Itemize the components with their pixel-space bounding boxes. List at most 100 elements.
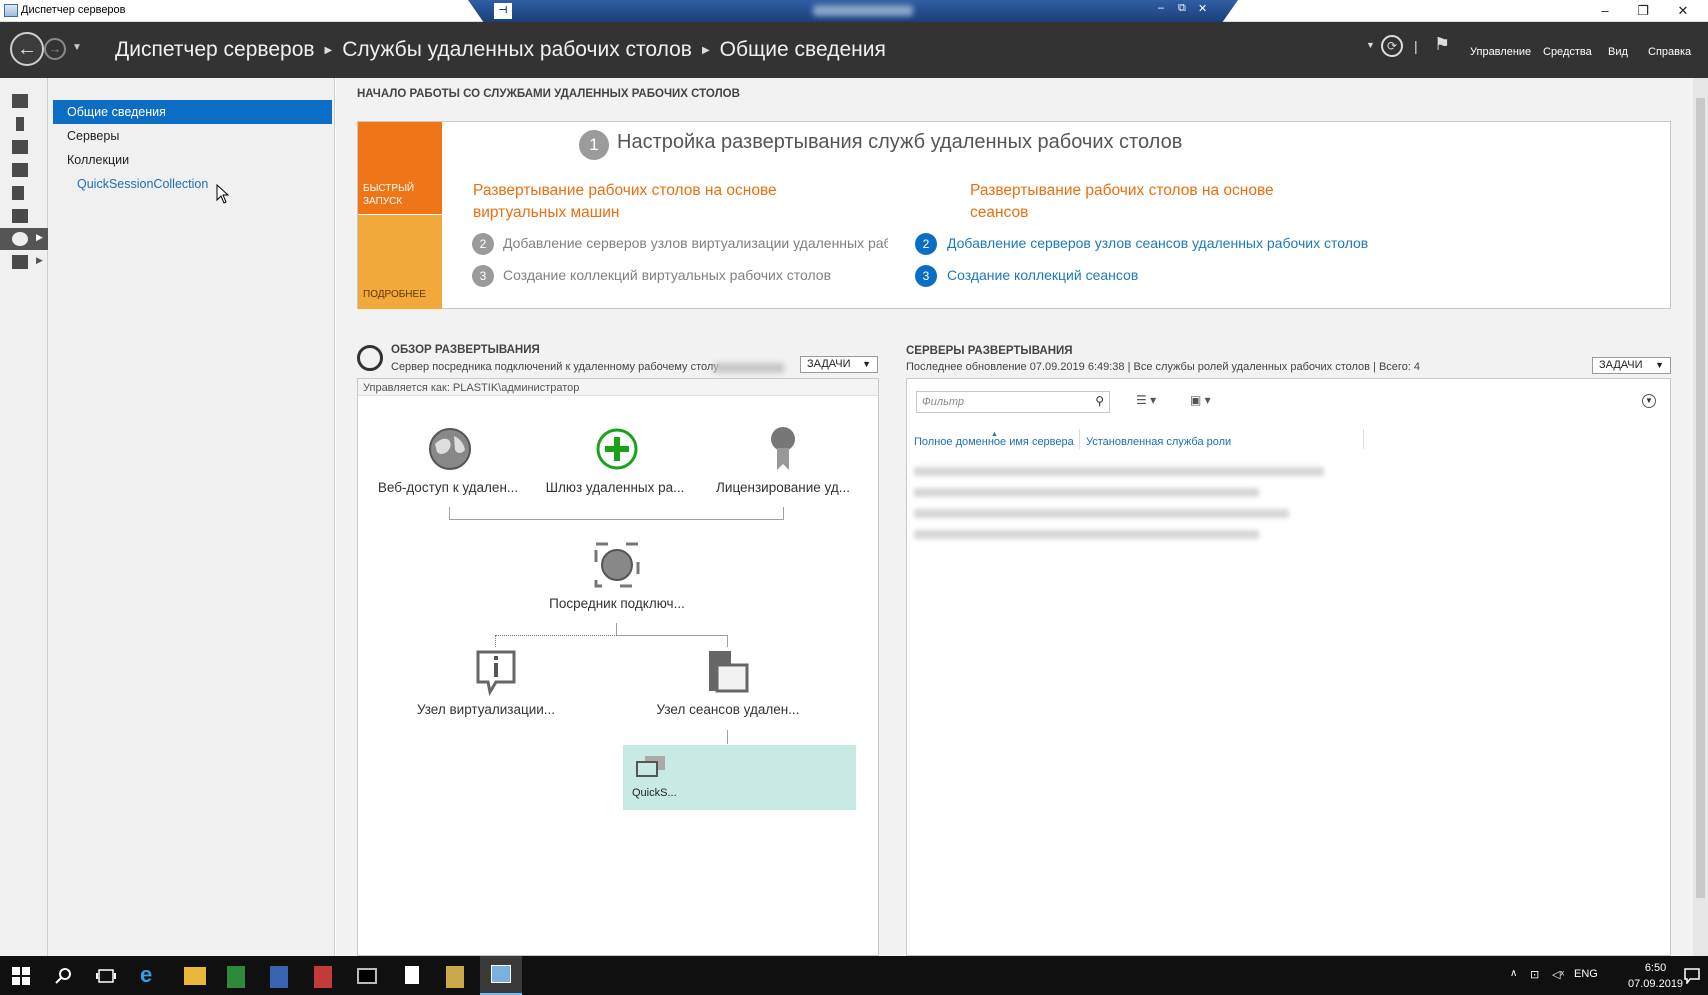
gateway-add-icon[interactable] bbox=[595, 427, 639, 471]
forward-arrow-icon[interactable]: → bbox=[44, 38, 66, 60]
task-view-icon[interactable] bbox=[96, 967, 116, 985]
pin-icon[interactable]: ⊣ bbox=[494, 3, 512, 19]
clock-time: 6:50 bbox=[1644, 962, 1667, 974]
menu-tools[interactable]: Средства bbox=[1543, 46, 1592, 58]
rail-iis[interactable] bbox=[0, 182, 48, 204]
save-query-icon[interactable]: ▣ ▾ bbox=[1190, 393, 1211, 407]
overview-tasks-button[interactable]: ЗАДАЧИ ▼ bbox=[800, 356, 878, 373]
menu-manage[interactable]: Управление bbox=[1470, 46, 1531, 58]
windows-start-icon[interactable] bbox=[12, 967, 30, 985]
rdp-restore-button[interactable]: ⧉ bbox=[1178, 2, 1186, 15]
breadcrumb: Диспетчер серверов ▶ Службы удаленных рабо… bbox=[115, 38, 886, 62]
collapse-chevron-icon[interactable]: ▼ bbox=[1642, 394, 1656, 408]
connector-line bbox=[449, 507, 450, 519]
window-title: Диспетчер серверов bbox=[21, 4, 126, 16]
overview-title: ОБЗОР РАЗВЕРТЫВАНИЯ bbox=[391, 344, 540, 356]
rdp-close-button[interactable]: ✕ bbox=[1198, 2, 1207, 15]
broker-name-redacted bbox=[714, 363, 784, 373]
web-access-node-label[interactable]: Веб-доступ к удален... bbox=[363, 480, 533, 495]
gateway-node-label[interactable]: Шлюз удаленных ра... bbox=[530, 480, 700, 495]
history-dropdown-icon[interactable]: ▼ bbox=[72, 42, 82, 53]
menu-view[interactable]: Вид bbox=[1608, 46, 1628, 58]
nav-item-overview[interactable]: Общие сведения bbox=[53, 100, 332, 124]
session-host-icon[interactable] bbox=[707, 649, 749, 695]
quick-start-tab[interactable]: БЫСТРЫЙ ЗАПУСК bbox=[358, 122, 442, 214]
filter-input[interactable]: Фильтр ⚲ bbox=[916, 391, 1110, 413]
search-icon[interactable]: ⚲ bbox=[1095, 394, 1104, 408]
refresh-icon[interactable]: ⟳ bbox=[1381, 35, 1403, 57]
table-row[interactable] bbox=[914, 488, 1259, 497]
clock[interactable]: 6:50 07.09.2019 bbox=[1628, 960, 1683, 992]
table-row[interactable] bbox=[914, 467, 1324, 476]
rail-dashboard[interactable] bbox=[0, 90, 48, 112]
collection-tile-label: QuickS... bbox=[632, 787, 677, 799]
column-header-role-service[interactable]: Установленная служба роли bbox=[1086, 436, 1231, 448]
close-button[interactable]: ✕ bbox=[1660, 0, 1706, 22]
session-step-3-badge: 3 bbox=[915, 265, 937, 287]
connector-line bbox=[727, 635, 728, 647]
licensing-ribbon-icon[interactable] bbox=[768, 424, 798, 474]
nav-item-collections[interactable]: Коллекции bbox=[53, 148, 332, 172]
menu-help[interactable]: Справка bbox=[1648, 46, 1691, 58]
servers-subtitle: Последнее обновление 07.09.2019 6:49:38 … bbox=[906, 361, 1421, 373]
session-step-3-create-session-collections-link[interactable]: Создание коллекций сеансов bbox=[947, 267, 1247, 283]
notepad-icon[interactable] bbox=[405, 966, 419, 984]
collection-tile[interactable]: QuickS... bbox=[623, 745, 856, 810]
speaker-muted-icon[interactable]: ◁ˣ bbox=[1552, 968, 1564, 981]
rail-all-servers[interactable] bbox=[0, 136, 48, 158]
session-step-2-add-session-hosts-link[interactable]: Добавление серверов узлов сеансов удален… bbox=[947, 235, 1427, 251]
rail-file-storage[interactable]: ▶ bbox=[0, 251, 48, 273]
rdp-host-redacted bbox=[813, 5, 913, 16]
web-access-globe-icon[interactable] bbox=[427, 426, 473, 472]
input-language[interactable]: ENG bbox=[1574, 968, 1598, 980]
file-explorer-icon[interactable] bbox=[184, 967, 206, 985]
session-host-node-label[interactable]: Узел сеансов удален... bbox=[643, 702, 813, 717]
rail-local-server[interactable] bbox=[0, 113, 48, 135]
network-tool-icon[interactable] bbox=[270, 966, 288, 988]
refresh-dropdown-icon[interactable]: ▼ bbox=[1366, 40, 1375, 50]
spreadsheet-icon[interactable] bbox=[227, 966, 245, 988]
connection-broker-icon[interactable] bbox=[594, 542, 640, 588]
rail-ad-cs[interactable] bbox=[0, 159, 48, 181]
collection-windows-icon bbox=[636, 756, 665, 777]
column-header-server-fqdn[interactable]: Полное доменное имя сервера bbox=[914, 436, 1074, 448]
virtualization-host-info-icon[interactable] bbox=[476, 650, 516, 696]
breadcrumb-rds[interactable]: Службы удаленных рабочих столов bbox=[342, 38, 692, 61]
virtualization-host-node-label[interactable]: Узел виртуализации... bbox=[401, 702, 571, 717]
servers-tasks-button[interactable]: ЗАДАЧИ ▼ bbox=[1592, 357, 1671, 374]
nav-item-quicksessioncollection[interactable]: QuickSessionCollection bbox=[53, 172, 332, 196]
nav-item-servers[interactable]: Серверы bbox=[53, 124, 332, 148]
back-arrow-icon[interactable]: ← bbox=[10, 32, 44, 66]
table-row[interactable] bbox=[914, 509, 1289, 518]
group-list-icon[interactable]: ☰ ▾ bbox=[1136, 393, 1156, 407]
server-manager-taskbar-button[interactable] bbox=[480, 956, 522, 995]
breadcrumb-server-manager[interactable]: Диспетчер серверов bbox=[115, 38, 315, 61]
rdp-connection-bar: ⊣ – ⧉ ✕ bbox=[468, 0, 1238, 22]
vertical-scrollbar[interactable] bbox=[1693, 78, 1708, 956]
breadcrumb-overview[interactable]: Общие сведения bbox=[720, 38, 886, 61]
notifications-icon[interactable] bbox=[1684, 968, 1700, 984]
deployment-servers-panel: Фильтр ⚲ ☰ ▾ ▣ ▾ ▼ ▲ Полное доменное имя … bbox=[906, 378, 1671, 956]
command-prompt-icon[interactable] bbox=[357, 968, 377, 984]
overview-subtitle: Сервер посредника подключений к удаленно… bbox=[391, 361, 719, 373]
notifications-flag-icon[interactable]: ⚑ bbox=[1434, 34, 1450, 55]
table-row[interactable] bbox=[914, 530, 1259, 539]
network-icon[interactable]: ⊡ bbox=[1530, 968, 1539, 981]
servers-tasks-label: ЗАДАЧИ bbox=[1599, 359, 1643, 371]
internet-explorer-icon[interactable]: e bbox=[140, 964, 162, 986]
tools-icon bbox=[12, 186, 24, 200]
rail-remote-desktop[interactable]: ▶ bbox=[0, 228, 48, 250]
licensing-node-label[interactable]: Лицензирование уд... bbox=[698, 480, 868, 495]
server-icon bbox=[16, 117, 24, 131]
search-icon[interactable] bbox=[55, 967, 73, 985]
learn-more-tab[interactable]: ПОДРОБНЕЕ bbox=[358, 215, 442, 309]
server-manager-icon bbox=[4, 4, 18, 17]
toolbox-icon[interactable] bbox=[314, 966, 332, 988]
admin-tools-icon[interactable] bbox=[446, 966, 464, 988]
connection-broker-node-label[interactable]: Посредник подключ... bbox=[532, 596, 702, 611]
scrollbar-thumb[interactable] bbox=[1696, 98, 1705, 898]
tray-expand-icon[interactable]: ∧ bbox=[1510, 968, 1517, 979]
rdp-minimize-button[interactable]: – bbox=[1158, 2, 1164, 14]
rail-print[interactable] bbox=[0, 205, 48, 227]
connector-line bbox=[617, 635, 727, 636]
